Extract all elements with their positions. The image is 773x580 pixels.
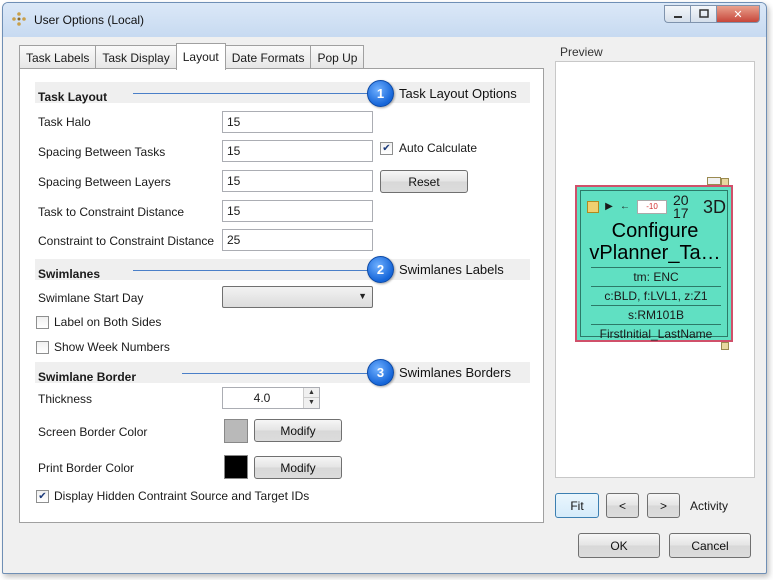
auto-calculate-label: Auto Calculate bbox=[399, 141, 478, 155]
close-icon: ✕ bbox=[733, 8, 743, 21]
show-week-numbers-checkbox[interactable] bbox=[36, 341, 49, 354]
task-number-bottom: 17 bbox=[673, 205, 689, 221]
callout-text-1: Task Layout Options bbox=[399, 86, 517, 101]
screen-border-color-label: Screen Border Color bbox=[38, 425, 148, 439]
print-border-modify-button[interactable]: Modify bbox=[254, 456, 342, 479]
screen-border-color-swatch bbox=[224, 419, 248, 443]
chevron-down-icon: ▼ bbox=[358, 291, 367, 301]
minimize-icon bbox=[673, 16, 682, 18]
app-move-icon bbox=[12, 12, 26, 26]
constraint-constraint-label: Constraint to Constraint Distance bbox=[38, 234, 215, 248]
callout-line-3 bbox=[182, 373, 382, 374]
spacing-layers-input[interactable]: 15 bbox=[222, 170, 373, 192]
tab-task-labels[interactable]: Task Labels bbox=[19, 45, 97, 69]
constraint-constraint-input[interactable]: 25 bbox=[222, 229, 373, 251]
callout-badge-1: 1 bbox=[367, 80, 394, 107]
task-card-top-row: ▶ ← -10 20 17 3D bbox=[585, 193, 731, 221]
tab-task-display[interactable]: Task Display bbox=[95, 45, 177, 69]
task-halo-input[interactable]: 15 bbox=[222, 111, 373, 133]
task-layout-title: Task Layout bbox=[38, 90, 108, 104]
swimlane-border-title: Swimlane Border bbox=[38, 370, 137, 384]
display-hidden-ids-checkbox[interactable]: ✔ bbox=[36, 490, 49, 503]
screen-border-modify-button[interactable]: Modify bbox=[254, 419, 342, 442]
reset-button[interactable]: Reset bbox=[380, 170, 468, 193]
task-space-row: s:RM101B bbox=[591, 305, 721, 323]
thickness-spin-buttons: ▲ ▼ bbox=[303, 388, 319, 408]
task-trade-row: tm: ENC bbox=[591, 267, 721, 285]
thickness-stepper[interactable]: 4.0 ▲ ▼ bbox=[222, 387, 320, 409]
user-options-dialog: User Options (Local) ✕ Task Labels Task … bbox=[2, 2, 767, 574]
lock-icon bbox=[587, 201, 599, 213]
display-hidden-ids-label: Display Hidden Contraint Source and Targ… bbox=[54, 489, 310, 503]
print-border-color-swatch bbox=[224, 455, 248, 479]
task-title-line2: vPlanner_Ta… bbox=[589, 242, 721, 264]
ok-button[interactable]: OK bbox=[578, 533, 660, 558]
task-constraint-input[interactable]: 15 bbox=[222, 200, 373, 222]
tab-pop-up[interactable]: Pop Up bbox=[310, 45, 365, 69]
close-button[interactable]: ✕ bbox=[716, 5, 760, 23]
task-number: 20 17 bbox=[673, 193, 689, 221]
label-both-sides-checkbox[interactable] bbox=[36, 316, 49, 329]
previous-button[interactable]: < bbox=[606, 493, 639, 518]
swimlane-start-day-label: Swimlane Start Day bbox=[38, 291, 144, 305]
print-border-color-label: Print Border Color bbox=[38, 461, 135, 475]
callout-line-1 bbox=[133, 93, 383, 94]
auto-calculate-checkbox[interactable]: ✔ bbox=[380, 142, 393, 155]
title-bar: User Options (Local) ✕ bbox=[3, 3, 766, 37]
callout-text-2: Swimlanes Labels bbox=[399, 262, 504, 277]
thickness-label: Thickness bbox=[38, 392, 93, 406]
callout-text-3: Swimlanes Borders bbox=[399, 365, 511, 380]
label-both-sides-label: Label on Both Sides bbox=[54, 315, 162, 329]
spacing-layers-label: Spacing Between Layers bbox=[38, 175, 171, 189]
layout-panel: Task Layout 1 Task Layout Options Task H… bbox=[19, 68, 544, 523]
preview-area: ▶ ← -10 20 17 3D Configure vPlanner_Ta… … bbox=[555, 61, 755, 478]
swimlane-start-day-select[interactable]: ▼ bbox=[222, 286, 373, 308]
callout-line-2 bbox=[133, 270, 383, 271]
maximize-icon bbox=[698, 9, 709, 18]
task-card-preview: ▶ ← -10 20 17 3D Configure vPlanner_Ta… … bbox=[575, 185, 733, 342]
task-offset-badge: -10 bbox=[637, 200, 667, 214]
tab-layout[interactable]: Layout bbox=[175, 43, 226, 70]
callout-badge-3: 3 bbox=[367, 359, 394, 386]
tab-strip: Task Labels Task Display Layout Date For… bbox=[19, 43, 365, 70]
task-location-row: c:BLD, f:LVL1, z:Z1 bbox=[591, 286, 721, 304]
play-next-icon: ▶ bbox=[605, 201, 613, 212]
spin-up-icon[interactable]: ▲ bbox=[304, 388, 319, 398]
task-card-inner: ▶ ← -10 20 17 3D Configure vPlanner_Ta… … bbox=[580, 190, 731, 341]
arrow-left-icon: ← bbox=[620, 201, 630, 212]
thickness-value: 4.0 bbox=[253, 391, 271, 405]
fit-button[interactable]: Fit bbox=[555, 493, 599, 518]
swimlanes-title: Swimlanes bbox=[38, 267, 101, 281]
minimize-button[interactable] bbox=[664, 5, 690, 23]
next-button[interactable]: > bbox=[647, 493, 680, 518]
task-constraint-label: Task to Constraint Distance bbox=[38, 205, 185, 219]
tab-date-formats[interactable]: Date Formats bbox=[224, 45, 312, 69]
task-title-line1: Configure bbox=[611, 220, 699, 242]
window-controls: ✕ bbox=[664, 5, 760, 23]
task-halo-label: Task Halo bbox=[38, 115, 91, 129]
preview-label: Preview bbox=[560, 45, 603, 59]
card-expand-icon bbox=[707, 177, 721, 185]
task-duration: 3D bbox=[703, 197, 727, 217]
maximize-button[interactable] bbox=[690, 5, 716, 23]
spacing-tasks-input[interactable]: 15 bbox=[222, 140, 373, 162]
window-title: User Options (Local) bbox=[34, 13, 145, 27]
spin-down-icon[interactable]: ▼ bbox=[304, 398, 319, 408]
spacing-tasks-label: Spacing Between Tasks bbox=[38, 145, 166, 159]
preview-mode-label: Activity bbox=[690, 499, 729, 513]
task-person-row: FirstInitial_LastName bbox=[591, 324, 721, 342]
cancel-button[interactable]: Cancel bbox=[669, 533, 751, 558]
card-resize-handle-bottom[interactable] bbox=[721, 342, 729, 350]
callout-badge-2: 2 bbox=[367, 256, 394, 283]
show-week-numbers-label: Show Week Numbers bbox=[54, 340, 170, 354]
